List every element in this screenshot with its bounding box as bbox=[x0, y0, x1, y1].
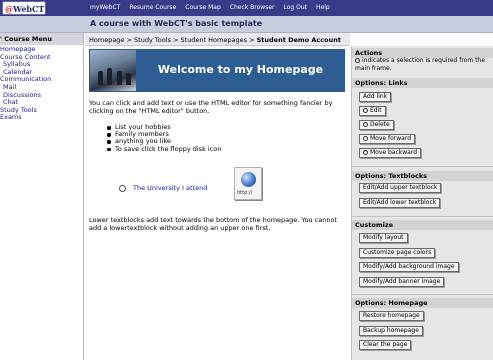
nav-resume-course[interactable]: Resume Course bbox=[129, 4, 176, 11]
course-menu-sidebar: ' Course Menu Homepage Course Content Sy… bbox=[0, 33, 84, 360]
top-nav-bar: @WebCT myWebCT Resume Course Course Map … bbox=[0, 0, 493, 16]
modify-banner-image-button[interactable]: Modify/Add banner image bbox=[359, 277, 445, 287]
selection-required-icon bbox=[363, 108, 368, 113]
course-title-bar: A course with WebCT's basic template bbox=[0, 16, 493, 33]
nav-check-browser[interactable]: Check Browser bbox=[230, 4, 275, 11]
homepage-options-heading: Options: Homepage bbox=[352, 298, 493, 308]
photo-figure bbox=[126, 73, 131, 85]
list-item: To save click the floppy disk icon bbox=[107, 145, 221, 153]
nav-my-webct[interactable]: myWebCT bbox=[90, 4, 120, 11]
edit-upper-textblock-button[interactable]: Edit/Add upper textblock bbox=[359, 183, 442, 193]
homepage-content: Welcome to my Homepage You can click and… bbox=[85, 47, 350, 360]
customize-heading: Customize bbox=[352, 220, 493, 230]
backup-homepage-button[interactable]: Backup homepage bbox=[359, 326, 423, 336]
divider bbox=[352, 166, 493, 167]
photo-figure bbox=[107, 68, 112, 85]
modify-background-image-button[interactable]: Modify/Add background image bbox=[359, 262, 459, 272]
move-forward-button[interactable]: Move forward bbox=[359, 134, 416, 144]
options-panel: Actions indicates a selection is require… bbox=[351, 46, 493, 360]
university-link[interactable]: The University I attend bbox=[133, 184, 207, 192]
selection-required-icon bbox=[363, 122, 368, 127]
breadcrumb: Homepage > Study Tools > Student Homepag… bbox=[85, 33, 350, 46]
modify-layout-button[interactable]: Modify layout bbox=[359, 233, 408, 243]
course-title: A course with WebCT's basic template bbox=[90, 19, 263, 28]
delete-link-button[interactable]: Delete bbox=[359, 120, 394, 130]
breadcrumb-separator: > bbox=[172, 36, 179, 44]
edit-lower-textblock-button[interactable]: Edit/Add lower textblock bbox=[359, 198, 441, 208]
customize-page-colors-button[interactable]: Customize page colors bbox=[359, 248, 436, 258]
banner-photo bbox=[90, 50, 136, 91]
banner-title: Welcome to my Homepage bbox=[157, 63, 324, 76]
top-nav-links: myWebCT Resume Course Course Map Check B… bbox=[90, 4, 330, 11]
textblocks-options-heading: Options: Textblocks bbox=[352, 171, 493, 181]
homepage-banner[interactable]: Welcome to my Homepage bbox=[89, 49, 345, 92]
nav-course-map[interactable]: Course Map bbox=[185, 4, 221, 11]
selection-required-icon bbox=[363, 136, 368, 141]
clear-page-button[interactable]: Clear the page bbox=[359, 340, 412, 350]
selection-required-icon bbox=[363, 150, 368, 155]
photo-figure bbox=[98, 71, 103, 85]
breadcrumb-current: Student Demo Account bbox=[256, 36, 341, 44]
breadcrumb-study-tools[interactable]: Study Tools bbox=[134, 36, 171, 44]
add-link-button[interactable]: Add link bbox=[359, 92, 392, 102]
breadcrumb-homepage[interactable]: Homepage bbox=[89, 36, 124, 44]
globe-icon bbox=[241, 172, 256, 187]
breadcrumb-separator: > bbox=[249, 36, 255, 44]
nav-help[interactable]: Help bbox=[316, 4, 330, 11]
divider bbox=[352, 216, 493, 217]
webct-logo[interactable]: @WebCT bbox=[2, 1, 46, 15]
actions-note: indicates a selection is required from t… bbox=[355, 57, 485, 72]
links-options-heading: Options: Links bbox=[352, 78, 493, 88]
http-link-icon[interactable]: http:// bbox=[234, 167, 262, 200]
course-menu-list: Homepage Course Content Syllabus Calenda… bbox=[0, 45, 51, 122]
move-backward-button[interactable]: Move backward bbox=[359, 148, 422, 158]
restore-homepage-button[interactable]: Restore homepage bbox=[359, 311, 424, 321]
course-menu-header: ' Course Menu bbox=[0, 33, 83, 45]
logo-text: @WebCT bbox=[5, 4, 45, 14]
upper-textblock[interactable]: You can click and add text or use the HT… bbox=[89, 99, 345, 115]
lower-textblock[interactable]: Lower textblocks add text towards the bo… bbox=[89, 216, 345, 232]
selection-required-icon bbox=[355, 58, 360, 63]
breadcrumb-separator: > bbox=[126, 36, 132, 44]
sidebar-item-exams[interactable]: Exams bbox=[0, 114, 51, 122]
http-icon-label: http:// bbox=[237, 190, 253, 196]
breadcrumb-student-homepages[interactable]: Student Homepages bbox=[181, 36, 247, 44]
divider bbox=[352, 294, 493, 295]
link-select-radio[interactable] bbox=[119, 185, 126, 192]
photo-figure bbox=[117, 71, 122, 85]
nav-log-out[interactable]: Log Out bbox=[283, 4, 307, 11]
bullet-list: List your hobbies Family members anythin… bbox=[107, 123, 221, 153]
edit-link-button[interactable]: Edit bbox=[359, 106, 386, 116]
